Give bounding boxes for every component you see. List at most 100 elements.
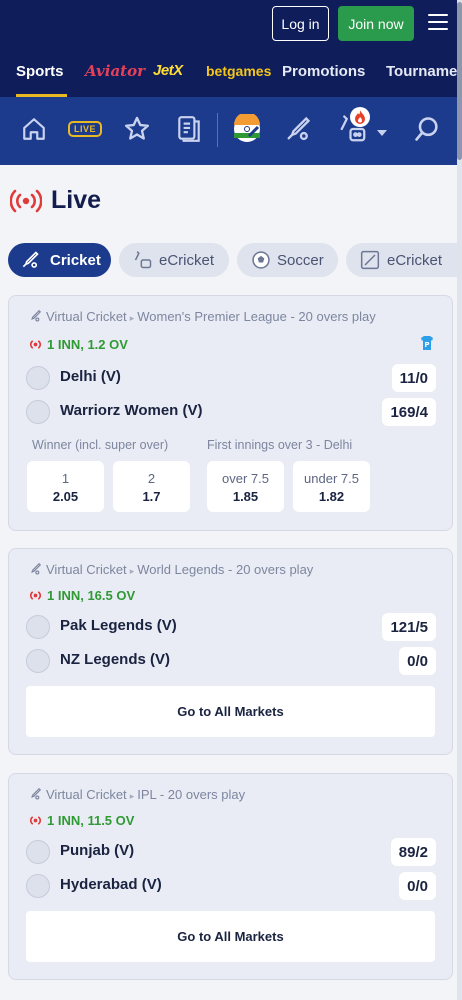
live-broadcast-icon [30, 816, 41, 825]
ecricket-icon [133, 250, 153, 270]
odds-button[interactable]: 2 1.7 [113, 461, 190, 512]
cricket-icon [31, 309, 42, 322]
page-title: Live [51, 186, 102, 214]
top-header: Log in Join now [0, 0, 462, 48]
odds-value: 1.85 [232, 489, 259, 504]
odds-button[interactable]: over 7.5 1.85 [207, 461, 284, 512]
breadcrumb: Virtual Cricket ▸ Women's Premier League -… [28, 309, 376, 324]
team-name: Hyderabad (V) [60, 876, 162, 893]
team-score: 89/2 [390, 838, 436, 866]
team-name: Warriorz Women (V) [60, 402, 203, 419]
live-broadcast-icon [30, 340, 41, 349]
team-name: Punjab (V) [60, 842, 135, 859]
chip-soccer[interactable]: Soccer [237, 243, 338, 277]
india-cricket-icon[interactable] [229, 111, 265, 147]
status-text: 1 INN, 1.2 OV [47, 337, 128, 352]
team-logo [26, 840, 50, 864]
hamburger-menu-icon[interactable] [428, 14, 448, 32]
chevron-down-icon[interactable] [372, 115, 392, 151]
nav-divider [217, 113, 218, 147]
breadcrumb-league[interactable]: IPL - 20 overs play [137, 787, 245, 802]
search-icon[interactable] [409, 111, 445, 147]
live-broadcast-icon [9, 189, 43, 218]
team-logo [26, 615, 50, 639]
betslip-icon[interactable] [171, 111, 207, 147]
odds-label: under 7.5 [304, 471, 359, 486]
stats-icon[interactable]: P [419, 335, 435, 351]
team-score: 0/0 [399, 647, 436, 675]
chip-ecricket-2[interactable]: eCricket [346, 243, 458, 277]
odds-value: 2.05 [52, 489, 79, 504]
home-icon[interactable] [16, 111, 52, 147]
team-name: Delhi (V) [60, 368, 121, 385]
odds-value: 1.7 [142, 489, 161, 504]
soccer-ball-icon [251, 250, 271, 270]
breadcrumb-league[interactable]: World Legends - 20 overs play [137, 562, 313, 577]
cricket-icon[interactable] [280, 111, 316, 147]
chip-label: eCricket [387, 251, 443, 269]
ecricket-icon [360, 250, 380, 270]
all-markets-button[interactable]: Go to All Markets [26, 686, 435, 737]
cricket-icon [31, 562, 42, 575]
team-row[interactable]: Delhi (V) 11/0 [26, 364, 436, 392]
product-nav: Sports Aviator JetX betgames Promotions … [0, 48, 462, 97]
team-logo [26, 366, 50, 390]
join-now-button[interactable]: Join now [338, 6, 414, 41]
scrollbar-thumb[interactable] [457, 2, 462, 160]
team-score: 11/0 [391, 364, 436, 392]
live-broadcast-icon [30, 591, 41, 600]
nav-item-betgames[interactable]: betgames [206, 63, 271, 79]
chip-label: Soccer [277, 251, 324, 269]
team-row[interactable]: Warriorz Women (V) 169/4 [26, 398, 436, 426]
market-title: Winner (incl. super over) [32, 438, 169, 452]
breadcrumb: Virtual Cricket ▸ World Legends - 20 overs… [28, 562, 313, 577]
status-text: 1 INN, 16.5 OV [47, 588, 136, 603]
odds-label: 2 [147, 471, 156, 486]
all-markets-button[interactable]: Go to All Markets [26, 911, 435, 962]
cricket-icon [20, 250, 40, 270]
live-status: 1 INN, 11.5 OV [28, 813, 134, 828]
team-row[interactable]: Pak Legends (V) 121/5 [26, 613, 436, 641]
nav-item-promotions[interactable]: Promotions [282, 63, 365, 80]
nav-item-aviator[interactable]: Aviator [85, 62, 145, 80]
odds-label: 1 [61, 471, 70, 486]
breadcrumb-sport[interactable]: Virtual Cricket [46, 787, 127, 802]
market-title: First innings over 3 - Delhi [207, 438, 353, 452]
odds-button[interactable]: 1 2.05 [27, 461, 104, 512]
live-icon[interactable]: LIVE [67, 111, 103, 147]
chip-label: Cricket [50, 251, 101, 269]
odds-label: over 7.5 [222, 471, 269, 486]
chip-ecricket[interactable]: eCricket [119, 243, 229, 277]
odds-value: 1.82 [318, 489, 345, 504]
live-status: 1 INN, 16.5 OV [28, 588, 135, 603]
team-logo [26, 874, 50, 898]
live-badge: LIVE [67, 121, 102, 137]
chip-label: eCricket [159, 251, 215, 269]
svg-text:P: P [424, 341, 429, 349]
team-score: 121/5 [382, 613, 436, 641]
breadcrumb-sport[interactable]: Virtual Cricket [46, 309, 127, 324]
team-name: NZ Legends (V) [60, 651, 171, 668]
chip-cricket[interactable]: Cricket [8, 243, 111, 277]
team-score: 169/4 [382, 398, 436, 426]
team-row[interactable]: Punjab (V) 89/2 [26, 838, 436, 866]
breadcrumb: Virtual Cricket ▸ IPL - 20 overs play [28, 787, 245, 802]
odds-button[interactable]: under 7.5 1.82 [293, 461, 370, 512]
fire-icon [350, 107, 370, 127]
team-logo [26, 400, 50, 424]
nav-item-sports[interactable]: Sports [16, 63, 64, 80]
breadcrumb-league[interactable]: Women's Premier League - 20 overs play [137, 309, 376, 324]
cricket-icon [31, 787, 42, 800]
status-text: 1 INN, 11.5 OV [47, 813, 135, 828]
login-button[interactable]: Log in [272, 6, 329, 41]
team-name: Pak Legends (V) [60, 617, 177, 634]
nav-item-tournaments[interactable]: Tourname [386, 63, 457, 80]
icon-nav: LIVE [0, 97, 462, 165]
team-row[interactable]: NZ Legends (V) 0/0 [26, 647, 436, 675]
team-score: 0/0 [399, 872, 436, 900]
breadcrumb-sport[interactable]: Virtual Cricket [46, 562, 127, 577]
live-status: 1 INN, 1.2 OV [28, 337, 128, 352]
team-row[interactable]: Hyderabad (V) 0/0 [26, 872, 436, 900]
star-icon[interactable] [119, 111, 155, 147]
nav-item-jetx[interactable]: JetX [153, 62, 183, 79]
